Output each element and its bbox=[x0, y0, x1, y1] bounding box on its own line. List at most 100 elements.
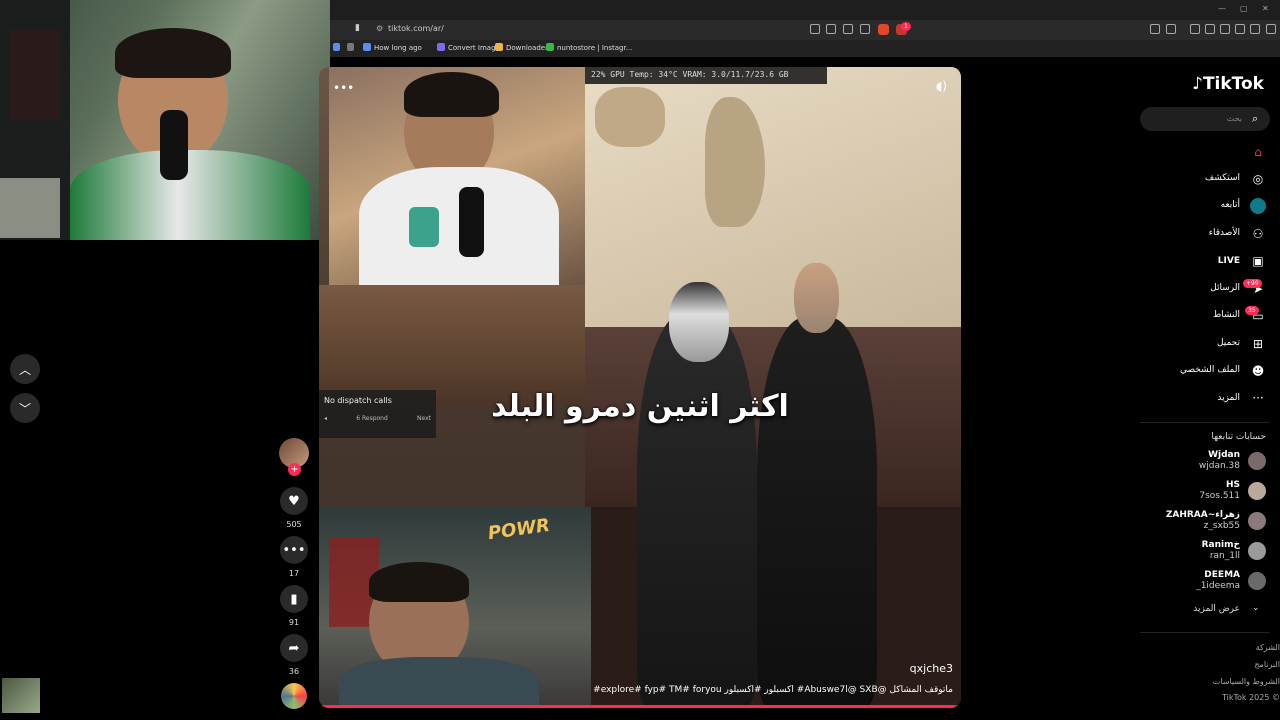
bookmark-label: Convert Image bbox=[448, 44, 500, 52]
account-name[interactable]: Ranimخ bbox=[1202, 540, 1240, 550]
upload-icon[interactable]: ⊞ bbox=[1250, 336, 1266, 352]
nav-explore[interactable]: استكشف bbox=[1205, 173, 1240, 183]
bookmark-downloader[interactable]: Downloader bbox=[495, 43, 548, 52]
zoom-icon[interactable] bbox=[843, 24, 853, 34]
streamer-webcam bbox=[0, 0, 330, 240]
video-author[interactable]: qxjche3 bbox=[910, 662, 953, 675]
url-text[interactable]: tiktok.com/ar/ bbox=[388, 24, 444, 33]
store-icon bbox=[546, 43, 554, 51]
bookmark-convert-image[interactable]: Convert Image bbox=[437, 43, 500, 52]
maximize-icon[interactable]: ▢ bbox=[1240, 4, 1248, 13]
see-more-link[interactable]: عرض المزيد bbox=[1193, 604, 1240, 614]
bookmark-app2-icon[interactable] bbox=[347, 43, 354, 51]
media-icon[interactable] bbox=[1190, 24, 1200, 34]
character-suit-head bbox=[794, 263, 839, 333]
account-handle: z_sxb55 bbox=[1203, 521, 1240, 531]
chevron-down-icon: ﹀ bbox=[18, 401, 31, 416]
vpn-icon[interactable] bbox=[1250, 24, 1260, 34]
previous-video-button[interactable]: ︿ bbox=[10, 354, 40, 384]
close-icon[interactable]: ✕ bbox=[1262, 4, 1269, 13]
neon-sign: POWR bbox=[486, 514, 552, 545]
extensions-icon[interactable] bbox=[1150, 24, 1160, 34]
footer-terms[interactable]: الشروط والسياسات bbox=[1213, 677, 1280, 686]
bookmark-nuntostore[interactable]: nuntostore | Instagr... bbox=[546, 43, 632, 52]
leo-icon[interactable] bbox=[1235, 24, 1245, 34]
avatar[interactable] bbox=[1248, 542, 1266, 560]
like-button[interactable]: ♥ bbox=[280, 487, 308, 515]
comment-count: 17 bbox=[288, 569, 300, 578]
menu-icon[interactable] bbox=[1266, 24, 1276, 34]
account-handle: wjdan.38 bbox=[1198, 461, 1240, 471]
cast-icon[interactable] bbox=[826, 24, 836, 34]
bookmark-icon: ▮ bbox=[290, 591, 298, 607]
share-arrow-icon: ➦ bbox=[288, 640, 300, 656]
share-count: 36 bbox=[288, 667, 300, 676]
reader-icon[interactable] bbox=[810, 24, 820, 34]
minimize-icon[interactable]: — bbox=[1218, 4, 1226, 13]
address-bar[interactable] bbox=[330, 20, 1280, 40]
bookmark-star-icon[interactable]: ▮ bbox=[355, 23, 360, 33]
more-options-icon[interactable]: ••• bbox=[333, 81, 354, 95]
share-icon[interactable] bbox=[860, 24, 870, 34]
account-handle: 7sos.511 bbox=[1199, 491, 1240, 501]
sidebar-icon[interactable] bbox=[1205, 24, 1215, 34]
more-icon[interactable]: ··· bbox=[1250, 390, 1266, 406]
compass-icon[interactable]: ◎ bbox=[1250, 171, 1266, 187]
tab-icon[interactable] bbox=[1220, 24, 1230, 34]
search-icon[interactable]: ⌕ bbox=[1252, 112, 1258, 126]
tiktok-logo[interactable]: ♪TikTok bbox=[1192, 74, 1264, 94]
character-ghost-head bbox=[669, 282, 729, 362]
tiktok-note-icon: ♪ bbox=[1192, 74, 1203, 94]
sound-disc-icon[interactable] bbox=[281, 683, 307, 709]
save-count: 91 bbox=[288, 618, 300, 627]
bookmark-label: nuntostore | Instagr... bbox=[557, 44, 633, 52]
character-suit bbox=[757, 317, 877, 708]
nav-following[interactable]: أتابعه bbox=[1221, 200, 1240, 210]
nav-live[interactable]: LIVE bbox=[1218, 256, 1240, 266]
nav-activity[interactable]: النشاط bbox=[1213, 310, 1240, 320]
avatar[interactable] bbox=[1248, 572, 1266, 590]
nav-more[interactable]: المزيد bbox=[1217, 393, 1240, 403]
account-name[interactable]: Wjdan bbox=[1208, 450, 1240, 460]
following-avatar-icon[interactable] bbox=[1250, 198, 1266, 214]
chevron-down-icon[interactable]: ⌄ bbox=[1252, 603, 1260, 613]
convert-icon bbox=[437, 43, 445, 51]
wallet-icon[interactable] bbox=[1166, 24, 1176, 34]
next-video-button[interactable]: ﹀ bbox=[10, 393, 40, 423]
avatar[interactable] bbox=[1248, 452, 1266, 470]
divider bbox=[1140, 632, 1270, 633]
footer-program[interactable]: البرنامج bbox=[1254, 660, 1280, 669]
mini-player-thumbnail[interactable] bbox=[2, 678, 40, 713]
heart-icon: ♥ bbox=[288, 493, 300, 509]
share-button[interactable]: ➦ bbox=[280, 634, 308, 662]
bookmark-app-icon[interactable] bbox=[333, 43, 340, 51]
follow-plus-icon[interactable]: + bbox=[288, 463, 301, 476]
brave-shield-icon[interactable] bbox=[878, 24, 889, 35]
account-name[interactable]: DEEMA bbox=[1204, 570, 1240, 580]
search-input[interactable]: بحث bbox=[1140, 107, 1270, 131]
account-name[interactable]: HS bbox=[1226, 480, 1240, 490]
nav-friends[interactable]: الأصدقاء bbox=[1209, 228, 1240, 238]
comment-button[interactable]: ••• bbox=[280, 536, 308, 564]
account-handle: ran_1ll bbox=[1209, 551, 1240, 561]
browser-title-bar bbox=[330, 0, 1280, 20]
live-icon[interactable]: ▣ bbox=[1250, 253, 1266, 269]
friends-icon[interactable]: ⚇ bbox=[1250, 226, 1266, 242]
account-name[interactable]: ZAHRAA~زهراء bbox=[1166, 510, 1240, 520]
nav-profile[interactable]: الملف الشخصي bbox=[1180, 365, 1240, 375]
site-info-icon[interactable]: ⚙ bbox=[376, 24, 383, 33]
home-icon[interactable]: ⌂ bbox=[1250, 144, 1266, 160]
save-button[interactable]: ▮ bbox=[280, 585, 308, 613]
profile-icon[interactable]: ☻ bbox=[1250, 363, 1266, 379]
divider bbox=[1140, 422, 1270, 423]
avatar[interactable] bbox=[1248, 512, 1266, 530]
messages-badge: +99 bbox=[1243, 279, 1262, 288]
avatar[interactable] bbox=[1248, 482, 1266, 500]
nav-upload[interactable]: تحميل bbox=[1217, 338, 1240, 348]
like-count: 505 bbox=[286, 520, 302, 529]
video-player[interactable]: 22% GPU Temp: 34°C VRAM: 3.0/11.7/23.6 G… bbox=[319, 67, 961, 708]
footer-company[interactable]: الشركة bbox=[1256, 643, 1280, 652]
bookmark-how-long-ago[interactable]: How long ago bbox=[363, 43, 422, 52]
nav-messages[interactable]: الرسائل bbox=[1210, 283, 1240, 293]
sound-icon[interactable]: ◖) bbox=[936, 79, 947, 93]
